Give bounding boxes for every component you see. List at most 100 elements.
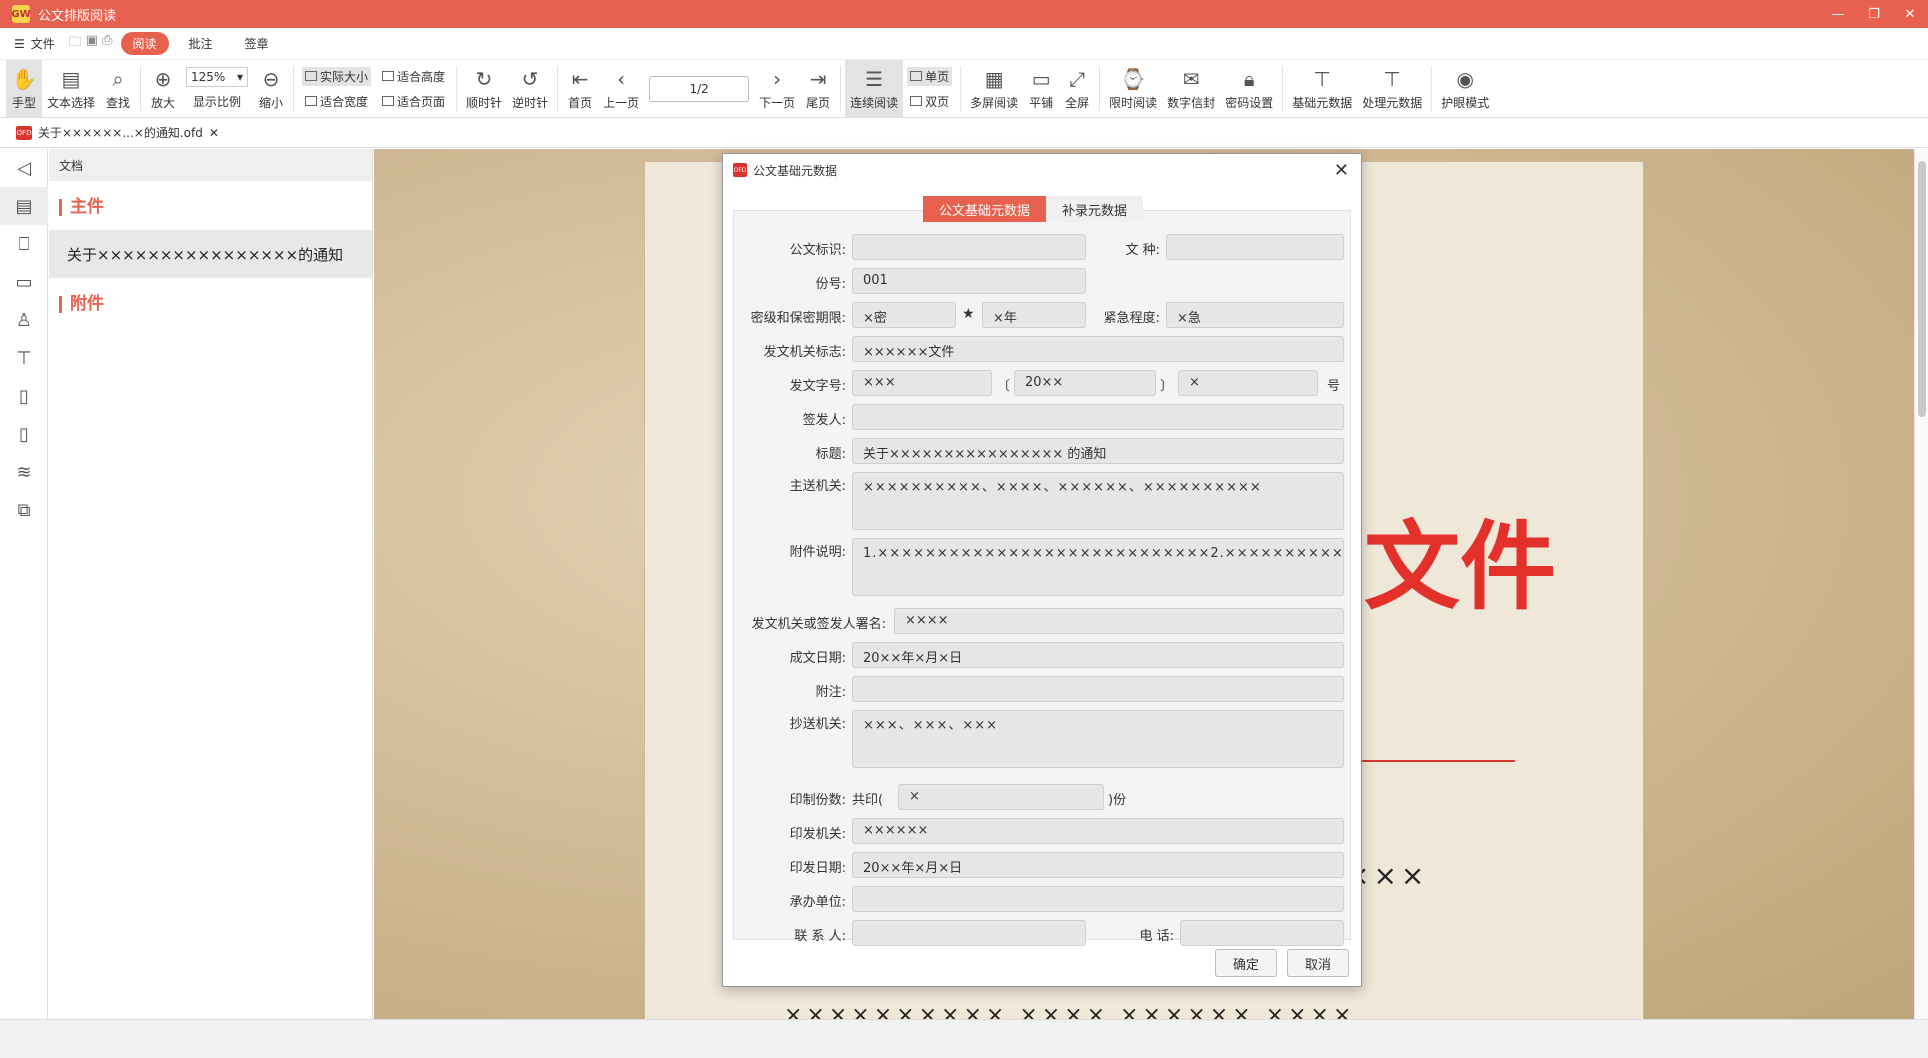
attachment-desc-field[interactable]: 1.××××××××××××××××××××××××××××2.××××××××… <box>852 538 1344 596</box>
tab-annotate[interactable]: 批注 <box>177 32 225 55</box>
close-tab-icon[interactable]: ✕ <box>209 126 219 140</box>
user-icon[interactable]: ♙ <box>0 301 48 339</box>
date-field[interactable]: 20××年×月×日 <box>852 642 1344 668</box>
signer-field[interactable] <box>852 404 1344 430</box>
issuer-mark-field[interactable]: ××××××文件 <box>852 336 1344 362</box>
fit-width-button[interactable]: 适合宽度 <box>302 92 371 111</box>
contact-field[interactable] <box>852 920 1086 946</box>
digital-envelope-button[interactable]: ✉ 数字信封 <box>1162 60 1220 117</box>
secret-period-field[interactable]: ×年 <box>982 302 1086 328</box>
cancel-button[interactable]: 取消 <box>1287 949 1349 977</box>
copy-icon[interactable]: ⧉ <box>0 491 48 529</box>
attachment-icon[interactable]: ▯ <box>0 377 48 415</box>
tab-base-metadata[interactable]: 公文基础元数据 <box>923 196 1047 222</box>
tile-icon: ▭ <box>1031 67 1051 91</box>
timed-read-button[interactable]: ⌚ 限时阅读 <box>1104 60 1162 117</box>
tab-sign[interactable]: 签章 <box>233 32 281 55</box>
fit-page-button[interactable]: 适合页面 <box>379 92 448 111</box>
print-date-field[interactable]: 20××年×月×日 <box>852 852 1344 878</box>
page-number-input[interactable]: 1/2 <box>649 75 750 102</box>
annotation-icon[interactable]: ▭ <box>0 263 48 301</box>
hand-icon: ✋ <box>11 67 37 91</box>
ok-button[interactable]: 确定 <box>1215 949 1277 977</box>
metadata-icon[interactable]: ⊤ <box>0 339 48 377</box>
secret-level-field[interactable]: ×密 <box>852 302 956 328</box>
first-page-button[interactable]: ⇤ 首页 <box>562 60 598 117</box>
single-page-button[interactable]: 单页 <box>907 66 953 86</box>
open-folder-icon[interactable]: 🗀 <box>69 33 82 55</box>
text-select-button[interactable]: ▤ 文本选择 <box>42 60 100 117</box>
doc-type-field[interactable] <box>1166 234 1344 260</box>
main-document-item[interactable]: 关于××××××××××××××××的通知 <box>49 230 372 278</box>
urgency-field[interactable]: ×急 <box>1166 302 1344 328</box>
hand-tool-button[interactable]: ✋ 手型 <box>6 60 42 117</box>
zoom-out-button[interactable]: ⊖ 缩小 <box>253 60 289 117</box>
bookmark-icon[interactable]: ⎕ <box>0 225 48 263</box>
sign-name-field[interactable]: ×××× <box>894 608 1344 634</box>
tab-supplementary-metadata[interactable]: 补录元数据 <box>1046 196 1144 222</box>
last-page-button[interactable]: ⇥ 尾页 <box>800 60 836 117</box>
doc-number-seq-field[interactable]: × <box>1178 370 1318 396</box>
minimize-icon[interactable]: — <box>1820 0 1856 28</box>
restore-icon[interactable]: ❐ <box>1856 0 1892 28</box>
actual-size-button[interactable]: 实际大小 <box>302 66 372 86</box>
note-field[interactable] <box>852 676 1344 702</box>
counterclockwise-label: 逆时针 <box>512 96 549 110</box>
close-icon[interactable]: ✕ <box>1334 160 1349 181</box>
bracket-left: 〔 <box>996 379 1010 394</box>
lock-icon: 🔒︎ <box>1243 67 1255 91</box>
tile-button[interactable]: ▭ 平铺 <box>1023 60 1059 117</box>
doc-number-year-field[interactable]: 20×× <box>1014 370 1156 396</box>
print-org-field[interactable]: ×××××× <box>852 818 1344 844</box>
find-button[interactable]: ⌕ 查找 <box>100 60 136 117</box>
handler-field[interactable] <box>852 886 1344 912</box>
collapse-panel-icon[interactable]: ◁ <box>0 149 48 187</box>
next-page-button[interactable]: › 下一页 <box>754 60 800 117</box>
save-icon[interactable]: ▣ <box>86 33 98 55</box>
rotate-counterclockwise-button[interactable]: ↺ 逆时针 <box>507 60 553 117</box>
continuous-read-button[interactable]: ☰ 连续阅读 <box>845 60 904 117</box>
multi-screen-button[interactable]: ▦ 多屏阅读 <box>965 60 1023 117</box>
vertical-scrollbar[interactable] <box>1914 149 1928 1019</box>
process-metadata-button[interactable]: ⊤ 处理元数据 <box>1357 60 1427 117</box>
page-icon[interactable]: ▯ <box>0 415 48 453</box>
document-outline-icon[interactable]: ▤ <box>0 187 48 225</box>
hamburger-icon: ☰ <box>14 36 25 51</box>
close-icon[interactable]: ✕ <box>1892 0 1928 28</box>
tab-read[interactable]: 阅读 <box>120 32 169 55</box>
file-menu[interactable]: ☰ 文件 <box>14 35 55 52</box>
main-section-title: 主件 <box>59 199 372 216</box>
main-recipient-field[interactable]: ××××××××××、××××、××××××、×××××××××× <box>852 472 1344 530</box>
doc-number-org-field[interactable]: ××× <box>852 370 992 396</box>
file-menu-label: 文件 <box>30 37 55 51</box>
attachment-section-title[interactable]: 附件 <box>59 296 372 313</box>
doc-id-field[interactable] <box>852 234 1086 260</box>
phone-field[interactable] <box>1180 920 1344 946</box>
dialog-title: 公文基础元数据 <box>753 163 838 178</box>
process-metadata-label: 处理元数据 <box>1362 96 1423 110</box>
rotate-clockwise-button[interactable]: ↻ 顺时针 <box>461 60 507 117</box>
copy-no-label: 份号: <box>815 277 846 292</box>
print-count-field[interactable]: × <box>898 784 1104 810</box>
document-tab[interactable]: OFD 关于××××××...×的通知.ofd ✕ <box>16 124 219 141</box>
password-button[interactable]: 🔒︎ 密码设置 <box>1220 60 1278 117</box>
display-ratio[interactable]: 125% ▾ 显示比例 <box>181 60 253 117</box>
cc-field[interactable]: ×××、×××、××× <box>852 710 1344 768</box>
layers-icon[interactable]: ≋ <box>0 453 48 491</box>
zoom-in-button[interactable]: ⊕ 放大 <box>145 60 181 117</box>
fit-height-button[interactable]: 适合高度 <box>379 67 448 86</box>
fullscreen-button[interactable]: ⤢ 全屏 <box>1059 60 1095 117</box>
prev-page-button[interactable]: ‹ 上一页 <box>598 60 644 117</box>
scrollbar-thumb[interactable] <box>1918 161 1926 417</box>
fit-height-icon <box>382 71 395 81</box>
copy-no-field[interactable]: 001 <box>852 268 1086 294</box>
zoom-in-icon: ⊕ <box>154 67 172 91</box>
eye-care-button[interactable]: ◉ 护眼模式 <box>1436 60 1494 117</box>
zoom-select[interactable]: 125% ▾ <box>186 67 249 87</box>
base-metadata-button[interactable]: ⊤ 基础元数据 <box>1287 60 1357 117</box>
title-field[interactable]: 关于×××××××××××××××× 的通知 <box>852 438 1344 464</box>
print-icon[interactable]: ⎙ <box>102 33 112 55</box>
double-page-button[interactable]: 双页 <box>907 92 952 111</box>
document-panel: 文档 主件 关于××××××××××××××××的通知 附件 <box>49 149 373 1019</box>
main-recipient-label: 主送机关: <box>789 479 846 494</box>
